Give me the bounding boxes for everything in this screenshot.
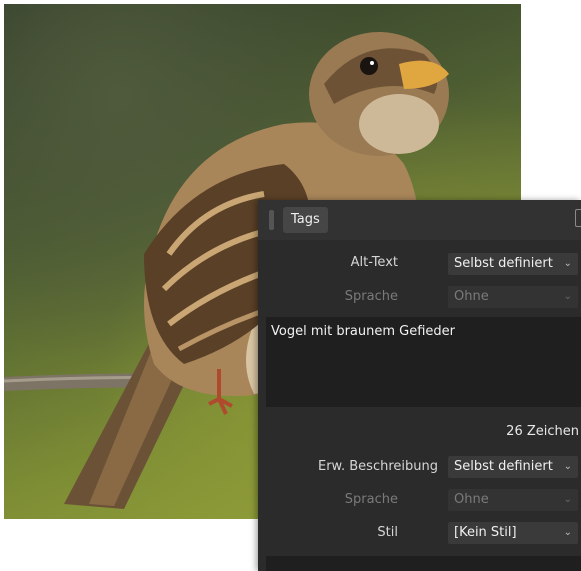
extended-description-label: Erw. Beschreibung (318, 459, 438, 474)
tags-panel: Tags Alt-Text Selbst definiert ⌄ Sprache… (258, 200, 581, 571)
alt-text-dropdown-value: Selbst definiert (454, 256, 553, 271)
extended-language-dropdown[interactable]: Ohne ⌄ (448, 489, 578, 511)
panel-header: Tags (258, 200, 581, 240)
alt-text-language-dropdown[interactable]: Ohne ⌄ (448, 286, 578, 308)
extended-description-dropdown[interactable]: Selbst definiert ⌄ (448, 456, 578, 478)
chevron-down-icon: ⌄ (563, 461, 572, 472)
alt-text-label: Alt-Text (350, 255, 398, 270)
style-dropdown-value: [Kein Stil] (454, 525, 517, 540)
extended-description-dropdown-value: Selbst definiert (454, 459, 553, 474)
alt-text-dropdown[interactable]: Selbst definiert ⌄ (448, 253, 578, 275)
chevron-down-icon: ⌄ (563, 258, 572, 269)
bird-eye (360, 57, 378, 75)
style-dropdown[interactable]: [Kein Stil] ⌄ (448, 522, 578, 544)
style-label: Stil (377, 525, 398, 540)
extended-description-field[interactable] (266, 556, 581, 571)
alt-text-language-value: Ohne (454, 289, 489, 304)
extended-language-label: Sprache (344, 492, 398, 507)
extended-language-value: Ohne (454, 492, 489, 507)
chevron-down-icon: ⌄ (563, 291, 572, 302)
panel-grip[interactable] (269, 210, 274, 230)
chevron-down-icon: ⌄ (563, 494, 572, 505)
alt-text-char-count: 26 Zeichen (506, 424, 579, 439)
panel-window-icon[interactable] (575, 209, 581, 227)
chevron-down-icon: ⌄ (563, 527, 572, 538)
alt-text-language-label: Sprache (344, 289, 398, 304)
alt-text-field[interactable]: Vogel mit braunem Gefieder (266, 317, 581, 407)
tab-tags[interactable]: Tags (283, 207, 328, 233)
